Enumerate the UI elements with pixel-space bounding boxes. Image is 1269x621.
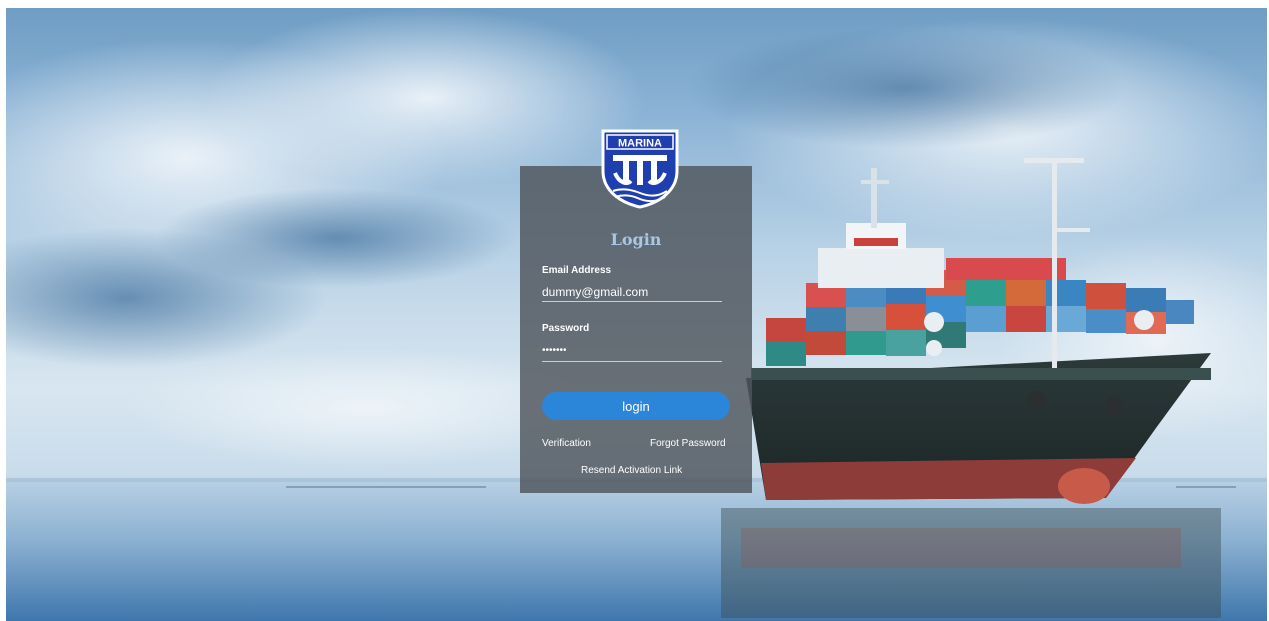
logo-text: MARINA [618, 138, 662, 150]
login-title: Login [610, 230, 662, 249]
resend-activation-link[interactable]: Resend Activation Link [581, 465, 682, 476]
password-label: Password [542, 323, 590, 334]
email-label: Email Address [542, 265, 612, 276]
verification-link[interactable]: Verification [542, 438, 591, 449]
forgot-password-link[interactable]: Forgot Password [650, 438, 726, 449]
email-field[interactable] [542, 282, 722, 302]
password-field[interactable] [542, 340, 722, 362]
login-button[interactable]: login [542, 392, 730, 420]
marina-logo: MARINA [601, 129, 679, 209]
